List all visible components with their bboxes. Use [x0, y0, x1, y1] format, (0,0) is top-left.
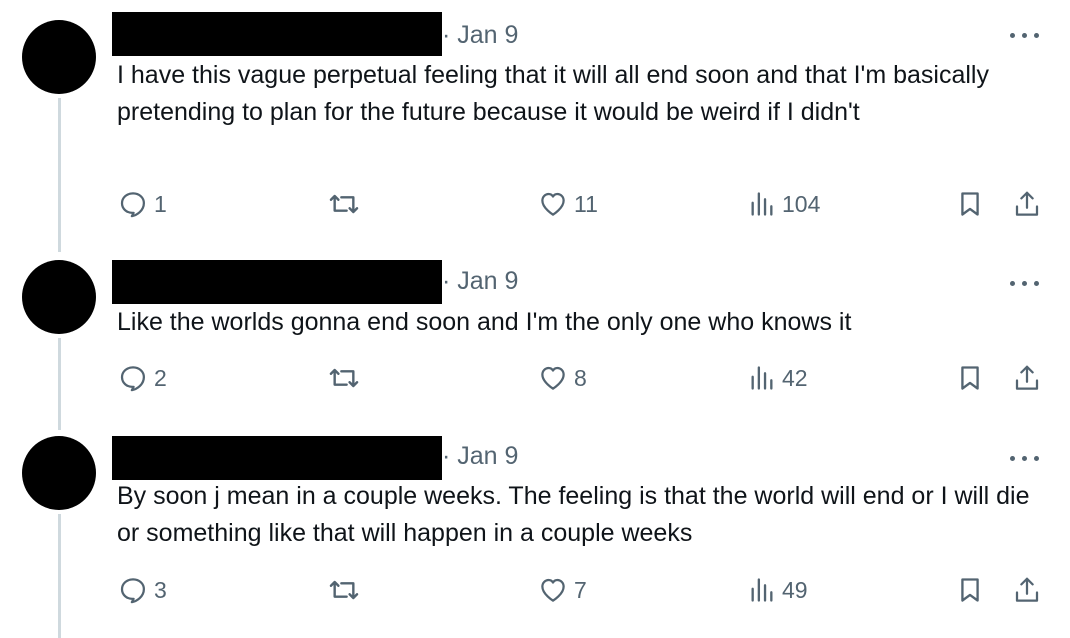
tweet-date[interactable]: · Jan 9 — [442, 441, 518, 471]
retweet-icon — [328, 362, 360, 394]
reply-button[interactable]: 1 — [118, 186, 167, 222]
author-name-redacted — [112, 12, 442, 56]
more-icon — [1010, 33, 1015, 38]
views-icon — [748, 190, 776, 218]
reply-count: 2 — [154, 365, 167, 391]
more-icon — [1010, 281, 1015, 286]
views-icon — [748, 576, 776, 604]
tweet-date[interactable]: · Jan 9 — [442, 20, 518, 50]
reply-button[interactable]: 2 — [118, 360, 167, 396]
share-button[interactable] — [1012, 572, 1042, 608]
tweet[interactable]: · Jan 9 Like the worlds gonna end soon a… — [0, 250, 1070, 430]
tweet-actions: 2 8 42 — [0, 360, 1070, 396]
reply-count: 3 — [154, 577, 167, 603]
bookmark-icon — [956, 364, 984, 392]
reply-count: 1 — [154, 191, 167, 217]
retweet-icon — [328, 574, 360, 606]
tweet[interactable]: · Jan 9 I have this vague perpetual feel… — [0, 0, 1070, 252]
retweet-button[interactable] — [328, 572, 360, 608]
avatar[interactable] — [22, 20, 96, 94]
author-name-redacted — [112, 260, 442, 304]
tweet-text: By soon j mean in a couple weeks. The fe… — [117, 482, 1030, 547]
reply-button[interactable]: 3 — [118, 572, 167, 608]
avatar[interactable] — [22, 260, 96, 334]
views-button[interactable]: 104 — [748, 186, 820, 222]
bookmark-button[interactable] — [956, 572, 984, 608]
views-button[interactable]: 42 — [748, 360, 808, 396]
tweet-text: Like the worlds gonna end soon and I'm t… — [117, 308, 852, 336]
more-options-button[interactable] — [1008, 276, 1042, 290]
tweet-actions: 1 11 104 — [0, 186, 1070, 222]
tweet-text: I have this vague perpetual feeling that… — [117, 61, 989, 126]
share-icon — [1012, 189, 1042, 219]
bookmark-icon — [956, 576, 984, 604]
avatar[interactable] — [22, 436, 96, 510]
share-icon — [1012, 363, 1042, 393]
retweet-button[interactable] — [328, 360, 360, 396]
views-button[interactable]: 49 — [748, 572, 808, 608]
share-button[interactable] — [1012, 360, 1042, 396]
more-options-button[interactable] — [1008, 451, 1042, 465]
bookmark-icon — [956, 190, 984, 218]
more-icon — [1010, 456, 1015, 461]
retweet-button[interactable] — [328, 186, 360, 222]
views-icon — [748, 364, 776, 392]
like-count: 7 — [574, 577, 587, 603]
thread: · Jan 9 I have this vague perpetual feel… — [0, 0, 1070, 638]
tweet-actions: 3 7 49 — [0, 572, 1070, 608]
like-button[interactable]: 8 — [538, 360, 587, 396]
like-icon — [538, 575, 568, 605]
like-icon — [538, 363, 568, 393]
views-count: 49 — [782, 577, 808, 603]
bookmark-button[interactable] — [956, 360, 984, 396]
bookmark-button[interactable] — [956, 186, 984, 222]
like-button[interactable]: 7 — [538, 572, 587, 608]
reply-icon — [118, 363, 148, 393]
like-icon — [538, 189, 568, 219]
views-count: 104 — [782, 191, 821, 217]
tweet[interactable]: · Jan 9 By soon j mean in a couple weeks… — [0, 430, 1070, 638]
reply-icon — [118, 575, 148, 605]
views-count: 42 — [782, 365, 808, 391]
reply-icon — [118, 189, 148, 219]
more-options-button[interactable] — [1008, 28, 1042, 42]
retweet-icon — [328, 188, 360, 220]
author-name-redacted — [112, 436, 442, 480]
like-count: 8 — [574, 365, 587, 391]
like-count: 11 — [574, 191, 598, 217]
tweet-date[interactable]: · Jan 9 — [442, 266, 518, 296]
share-icon — [1012, 575, 1042, 605]
share-button[interactable] — [1012, 186, 1042, 222]
like-button[interactable]: 11 — [538, 186, 598, 222]
thread-line — [58, 98, 61, 252]
